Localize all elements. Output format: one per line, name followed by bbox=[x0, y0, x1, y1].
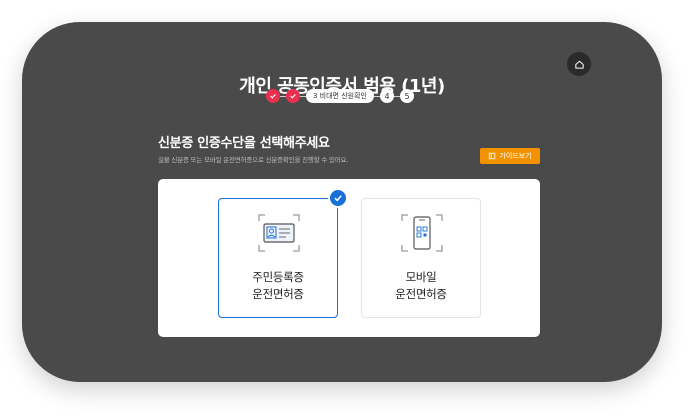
page: 개인 공동인증서 범용 (1년) 3 비대면 신원확인 4 5 신분증 인증수단… bbox=[0, 0, 700, 420]
option-label: 모바일 운전면허증 bbox=[395, 270, 447, 301]
section-subtitle: 실물 신분증 또는 모바일 운전면허증으로 신분증확인을 진행할 수 있어요. bbox=[158, 156, 349, 164]
id-card-icon bbox=[258, 214, 300, 252]
step-2-done bbox=[286, 89, 300, 103]
step-1-done bbox=[266, 89, 280, 103]
kiosk-screen: 개인 공동인증서 범용 (1년) 3 비대면 신원확인 4 5 신분증 인증수단… bbox=[22, 22, 662, 382]
option-card-resident-id[interactable]: 주민등록증 운전면허증 bbox=[218, 198, 338, 318]
step-4: 4 bbox=[379, 89, 394, 103]
selected-check-badge bbox=[328, 188, 348, 208]
check-icon bbox=[334, 195, 342, 202]
home-button[interactable] bbox=[567, 52, 591, 76]
guide-button[interactable]: 가이드보기 bbox=[480, 148, 540, 164]
section-title: 신분증 인증수단을 선택해주세요 bbox=[158, 136, 330, 151]
option-card-mobile-license[interactable]: 모바일 운전면허증 bbox=[361, 198, 481, 318]
mobile-qr-icon bbox=[401, 214, 443, 252]
options-panel: 주민등록증 운전면허증 모바일 운전면허증 bbox=[158, 179, 540, 337]
step-3-current: 3 비대면 신원확인 bbox=[306, 89, 374, 103]
book-icon bbox=[489, 152, 496, 160]
step-5: 5 bbox=[399, 89, 414, 103]
option-label: 주민등록증 운전면허증 bbox=[252, 270, 304, 301]
home-icon bbox=[574, 60, 584, 69]
progress-stepper: 3 비대면 신원확인 4 5 bbox=[266, 88, 414, 104]
check-icon bbox=[290, 94, 296, 99]
check-icon bbox=[270, 94, 276, 99]
guide-button-label: 가이드보기 bbox=[499, 152, 532, 160]
